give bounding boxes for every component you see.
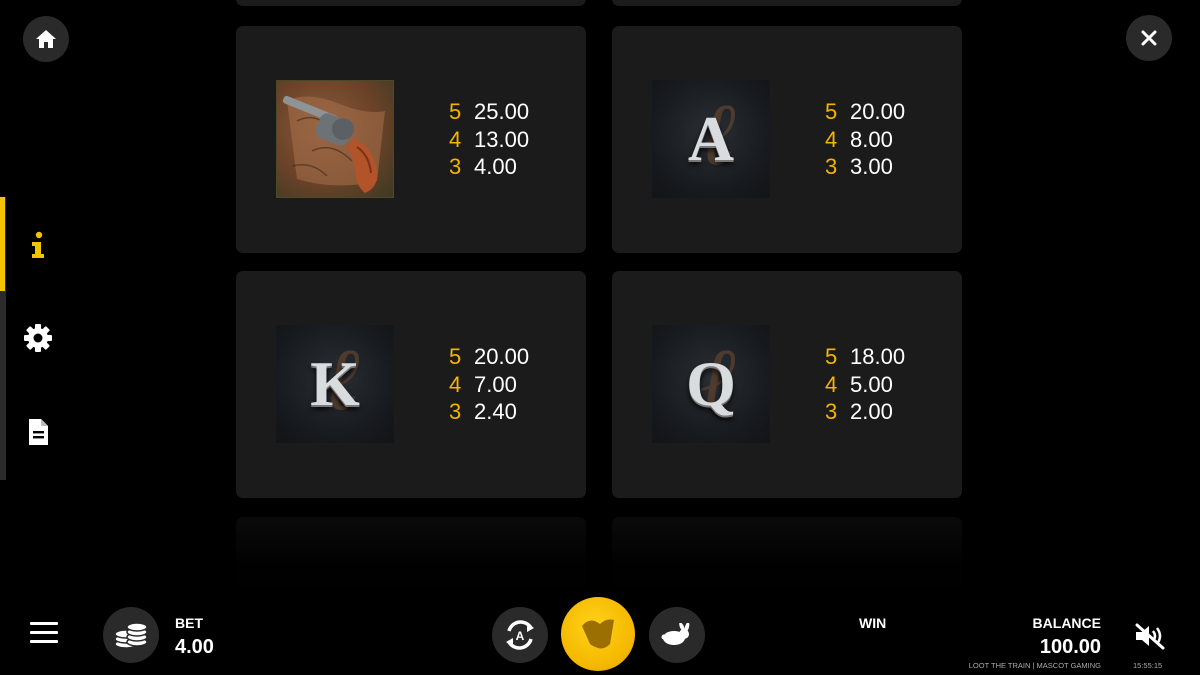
- symbol-letter: Q: [686, 348, 736, 419]
- pay-count: 4: [825, 371, 838, 397]
- spin-icon: [582, 619, 614, 649]
- paytable-card-revolver: 5 25.00 4 13.00 3 4.00: [236, 26, 586, 253]
- a-symbol: ℓ A: [652, 80, 770, 198]
- pay-count: 5: [825, 344, 838, 369]
- revolver-symbol: [276, 80, 394, 198]
- document-icon: [29, 419, 48, 445]
- pay-amount: 20.00: [850, 99, 906, 124]
- scroll-fade-overlay: [0, 505, 1200, 597]
- paytable-card-k: ℓ K 5 20.00 4 7.00 3 2.40: [236, 271, 586, 498]
- coins-icon: [114, 622, 148, 649]
- q-symbol: ℓ Q: [652, 325, 770, 443]
- sound-muted-icon: [1135, 623, 1165, 650]
- game-brand-text: LOOT THE TRAIN | MASCOT GAMING: [968, 661, 1101, 670]
- paytable-card-a: ℓ A 5 20.00 4 8.00 3 3.00: [612, 26, 962, 253]
- balance-value: 100.00: [1039, 636, 1101, 658]
- pay-amount: 7.00: [474, 371, 517, 397]
- autoplay-button[interactable]: A: [492, 607, 548, 663]
- spin-button[interactable]: [561, 597, 635, 671]
- bet-label: BET: [175, 615, 203, 631]
- pay-count: 5: [825, 99, 838, 124]
- pay-count: 5: [449, 99, 462, 124]
- pay-amount: 25.00: [474, 99, 530, 124]
- paytable-card-partial-top-left: [236, 0, 586, 6]
- paytable-card-q: ℓ Q 5 18.00 4 5.00 3 2.00: [612, 271, 962, 498]
- pay-count: 3: [449, 154, 462, 179]
- paytable-pays: 5 25.00 4 13.00 3 4.00: [449, 98, 529, 181]
- close-icon: [1141, 30, 1157, 46]
- pay-count: 4: [825, 126, 838, 152]
- clock: 15:55:15: [1133, 661, 1163, 670]
- win-label: WIN: [859, 615, 887, 631]
- revolver-icon: [282, 95, 385, 193]
- pay-amount: 2.40: [474, 399, 517, 424]
- pay-count: 5: [449, 344, 462, 369]
- rabbit-icon: [661, 623, 690, 645]
- paytable-card-partial-top-right: [612, 0, 962, 6]
- pay-amount: 20.00: [474, 344, 530, 369]
- side-nav-active-indicator: [0, 197, 5, 291]
- bet-button[interactable]: [103, 607, 159, 663]
- pay-amount: 13.00: [474, 126, 530, 152]
- menu-button[interactable]: [30, 622, 60, 648]
- svg-text:A: A: [516, 629, 525, 643]
- paytable-scroll-area[interactable]: 5 25.00 4 13.00 3 4.00 ℓ A 5 20.00 4 8.00 3 3.…: [0, 0, 1200, 597]
- pay-amount: 8.00: [850, 126, 893, 152]
- k-symbol: ℓ K: [276, 325, 394, 443]
- paytable-pays: 5 18.00 4 5.00 3 2.00: [825, 343, 905, 426]
- sound-toggle-button[interactable]: [1132, 620, 1168, 652]
- pay-amount: 5.00: [850, 371, 893, 397]
- pay-count: 4: [449, 371, 462, 397]
- pay-count: 3: [825, 399, 838, 424]
- pay-amount: 18.00: [850, 344, 906, 369]
- side-nav-settings[interactable]: [20, 320, 56, 356]
- pay-count: 3: [449, 399, 462, 424]
- paytable-pays: 5 20.00 4 7.00 3 2.40: [449, 343, 529, 426]
- balance-label: BALANCE: [1032, 615, 1101, 631]
- info-icon: [32, 231, 44, 258]
- gear-icon: [24, 324, 52, 352]
- bet-value: 4.00: [175, 636, 214, 658]
- symbol-letter: A: [687, 103, 735, 174]
- symbol-letter: K: [310, 348, 360, 419]
- close-button[interactable]: [1126, 15, 1172, 61]
- pay-count: 4: [449, 126, 462, 152]
- side-nav-rules[interactable]: [20, 414, 56, 450]
- home-icon: [36, 30, 56, 48]
- home-button[interactable]: [23, 16, 69, 62]
- pay-amount: 4.00: [474, 154, 517, 179]
- menu-icon: [30, 622, 58, 625]
- pay-amount: 3.00: [850, 154, 893, 179]
- pay-amount: 2.00: [850, 399, 893, 424]
- turbo-button[interactable]: [649, 607, 705, 663]
- autoplay-icon: A: [506, 620, 534, 650]
- pay-count: 3: [825, 154, 838, 179]
- side-nav-info[interactable]: [20, 227, 56, 263]
- paytable-pays: 5 20.00 4 8.00 3 3.00: [825, 98, 905, 181]
